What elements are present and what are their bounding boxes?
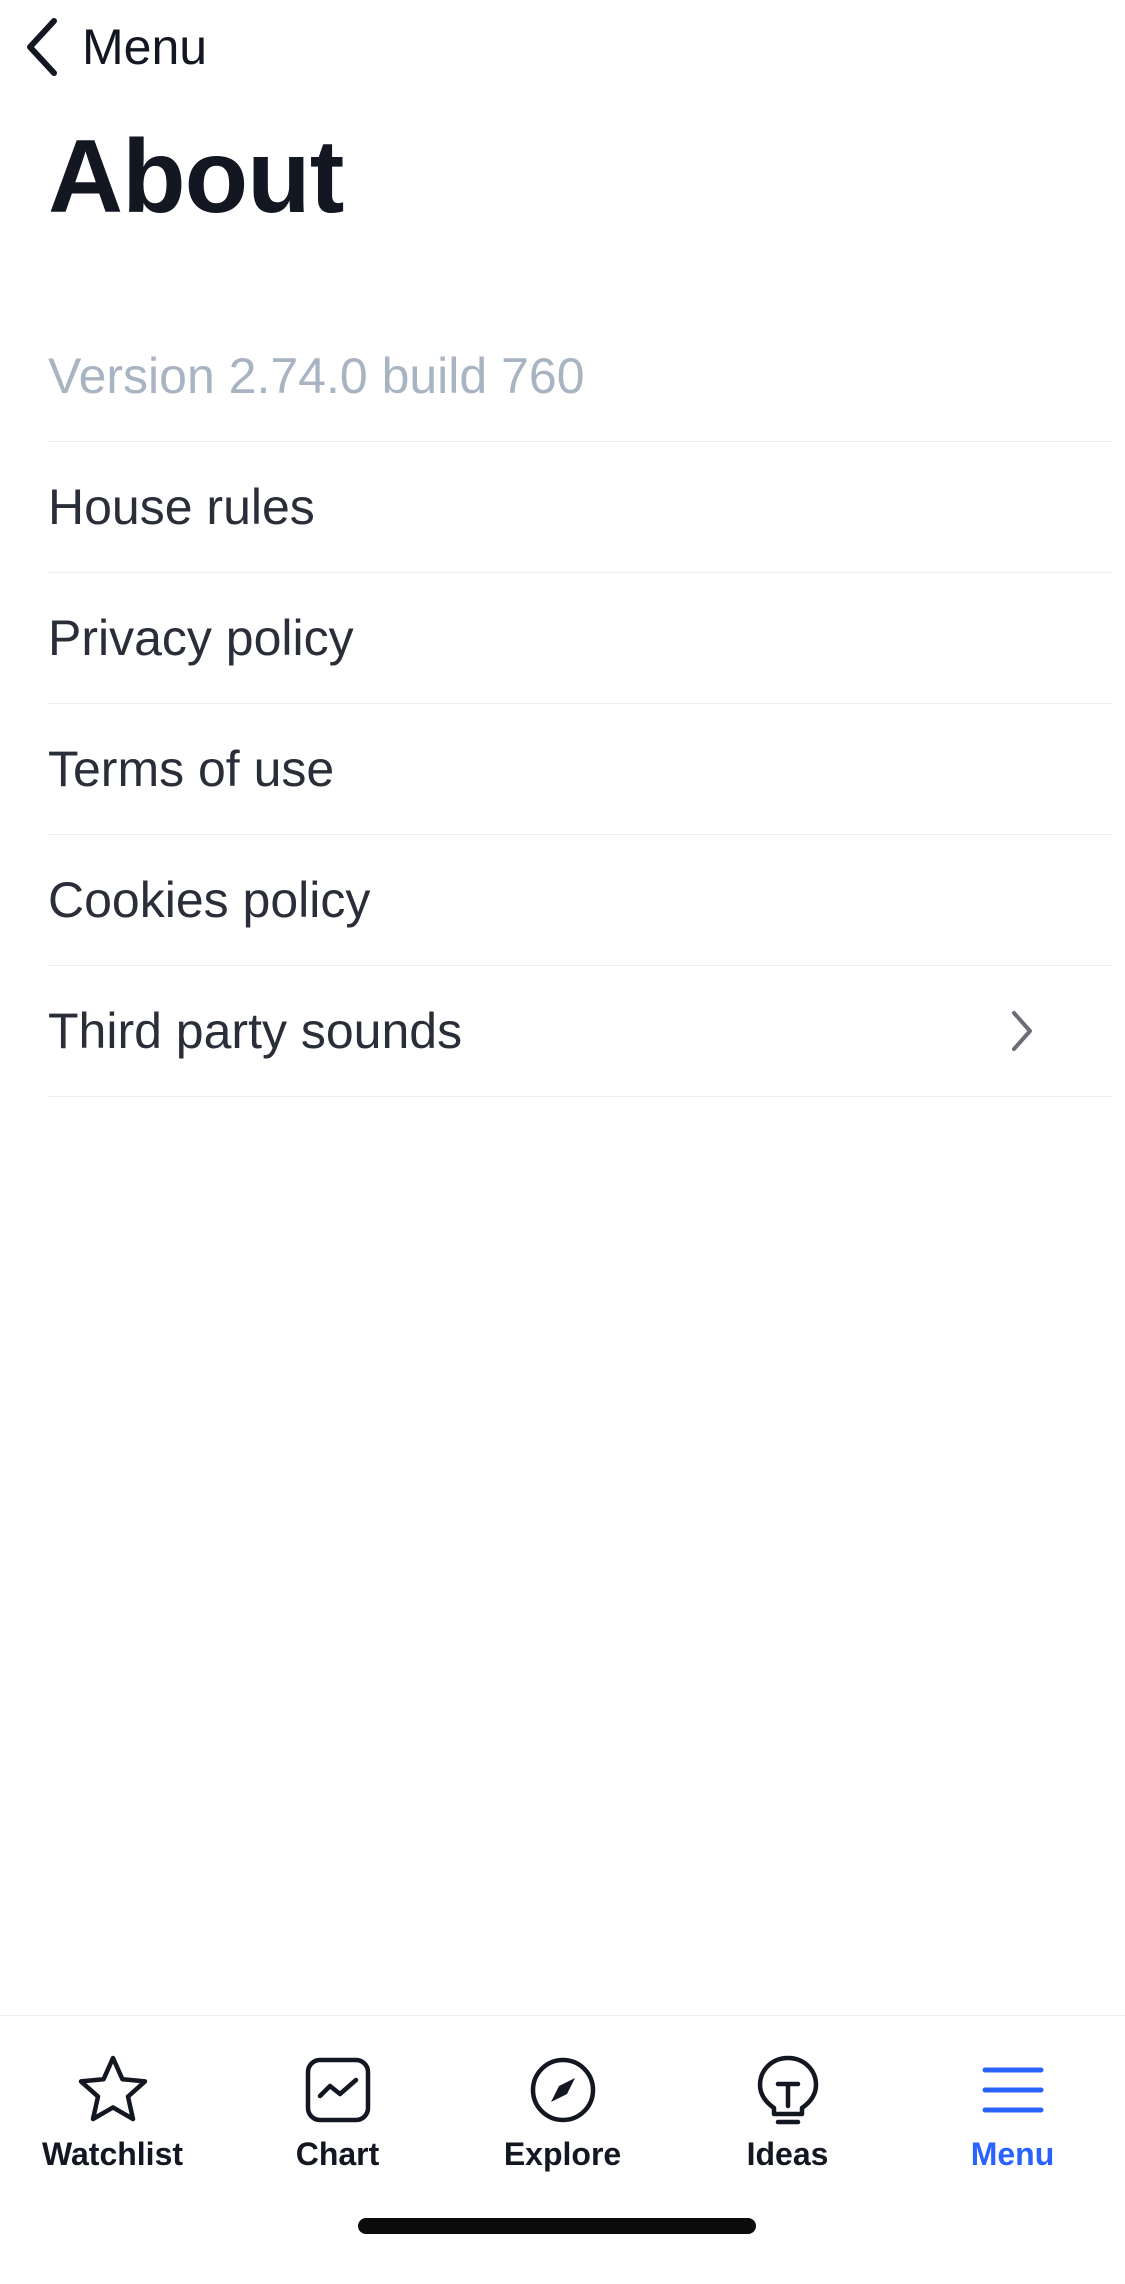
about-list: Version 2.74.0 build 760 House rules Pri…: [48, 310, 1112, 1097]
tab-chart[interactable]: Chart: [225, 2028, 450, 2178]
back-button[interactable]: Menu: [20, 12, 207, 82]
tab-label: Watchlist: [41, 2136, 184, 2172]
list-item-cookies-policy[interactable]: Cookies policy: [48, 835, 1112, 966]
tab-bar: Watchlist Chart Explore Ideas Menu: [0, 2015, 1125, 2284]
list-item-terms-of-use[interactable]: Terms of use: [48, 704, 1112, 835]
chevron-left-icon: [27, 18, 57, 76]
star-icon: [78, 2055, 147, 2122]
list-item-privacy-policy[interactable]: Privacy policy: [48, 573, 1112, 704]
list-item-house-rules[interactable]: House rules: [48, 442, 1112, 573]
tab-label: Chart: [295, 2136, 380, 2172]
about-screen: Menu About Version 2.74.0 build 760 Hous…: [0, 0, 1125, 2284]
hamburger-icon: [982, 2067, 1043, 2113]
list-item-label: House rules: [48, 479, 315, 535]
tab-explore[interactable]: Explore: [450, 2028, 675, 2178]
back-label: Menu: [82, 19, 208, 75]
chart-icon: [305, 2057, 370, 2123]
page-title: About: [48, 119, 344, 235]
chevron-right-icon: [992, 1001, 1052, 1061]
list-item-label: Cookies policy: [48, 872, 371, 928]
list-item-label: Privacy policy: [48, 610, 354, 666]
list-item-label: Terms of use: [48, 741, 335, 797]
tab-label: Menu: [970, 2136, 1055, 2172]
home-indicator[interactable]: [358, 2218, 756, 2234]
tab-ideas[interactable]: Ideas: [675, 2028, 900, 2178]
version-text: Version 2.74.0 build 760: [48, 310, 1112, 442]
tab-watchlist[interactable]: Watchlist: [0, 2028, 225, 2178]
tab-label: Explore: [503, 2136, 622, 2172]
tab-label: Ideas: [746, 2136, 829, 2172]
list-item-third-party-sounds[interactable]: Third party sounds: [48, 966, 1112, 1097]
top-nav: Menu: [0, 0, 1125, 100]
compass-icon: [530, 2057, 595, 2123]
tab-menu[interactable]: Menu: [900, 2028, 1125, 2178]
lightbulb-icon: [757, 2055, 818, 2125]
list-item-label: Third party sounds: [48, 1003, 463, 1059]
